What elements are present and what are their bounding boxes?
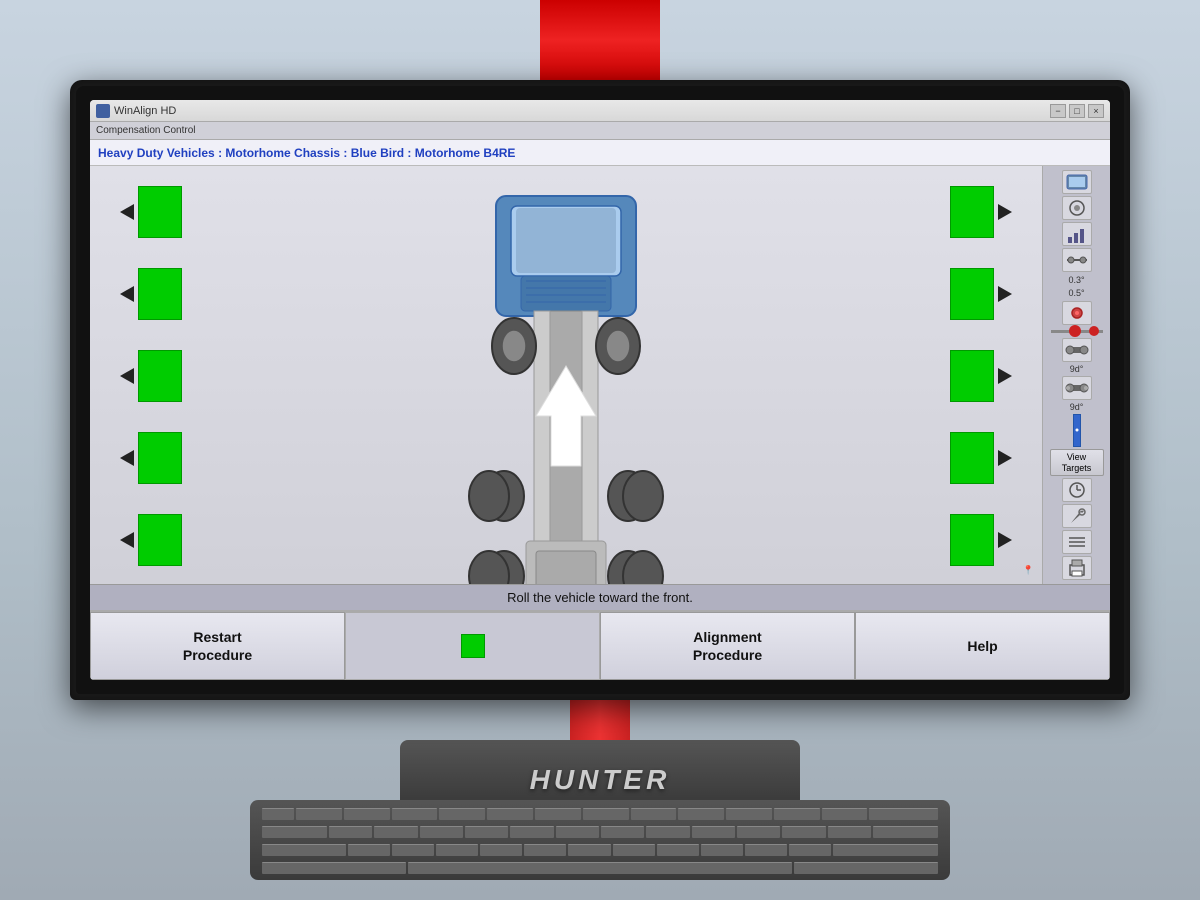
vehicle-graphic: [426, 186, 706, 584]
right-arrow-4: [998, 450, 1012, 466]
center-indicator: [345, 612, 600, 680]
breadcrumb-text: Heavy Duty Vehicles : Motorhome Chassis …: [98, 146, 515, 160]
right-arrow-2: [998, 286, 1012, 302]
monitor-frame: WinAlign HD − □ × Compensation Control H…: [70, 80, 1130, 700]
scale-label-1: 0.3° 0.5°: [1068, 274, 1084, 299]
status-bar: Roll the vehicle toward the front.: [90, 584, 1110, 610]
sidebar-pct-label-1: 9d°: [1070, 364, 1084, 374]
window-controls[interactable]: − □ ×: [1050, 104, 1104, 118]
view-targets-button[interactable]: ViewTargets: [1050, 449, 1104, 476]
help-button[interactable]: Help: [855, 612, 1110, 680]
sidebar-list-icon[interactable]: [1062, 530, 1092, 554]
main-content: 📍: [90, 166, 1110, 584]
left-sensor-row-1: [120, 186, 182, 238]
stand-neck: [570, 700, 630, 740]
keyboard[interactable]: [250, 800, 950, 880]
left-sensor-blocks: [120, 186, 182, 566]
alignment-procedure-button[interactable]: AlignmentProcedure: [600, 612, 855, 680]
app-icon: [96, 104, 110, 118]
right-sensor-row-3: [950, 350, 1012, 402]
left-arrow-2: [120, 286, 134, 302]
sidebar-wrench-icon[interactable]: [1062, 504, 1092, 528]
green-block-right-3: [950, 350, 994, 402]
right-sidebar: 0.3° 0.5° 9: [1042, 166, 1110, 584]
compensation-control-bar: Compensation Control: [90, 122, 1110, 140]
close-button[interactable]: ×: [1088, 104, 1104, 118]
right-sensor-row-2: [950, 268, 1012, 320]
sidebar-print-icon[interactable]: [1062, 556, 1092, 580]
left-sensor-row-2: [120, 268, 182, 320]
sidebar-sensor-icon[interactable]: [1062, 301, 1092, 325]
right-arrow-3: [998, 368, 1012, 384]
right-sensor-blocks: [950, 186, 1012, 566]
green-block-right-1: [950, 186, 994, 238]
title-bar: WinAlign HD − □ ×: [90, 100, 1110, 122]
sidebar-vehicle-icon[interactable]: [1062, 170, 1092, 194]
left-arrow-4: [120, 450, 134, 466]
sidebar-front-axle-icon[interactable]: [1062, 338, 1092, 362]
right-arrow-5: [998, 532, 1012, 548]
brand-label: HUNTER: [530, 764, 671, 796]
left-sensor-row-5: [120, 514, 182, 566]
green-status-indicator: [461, 634, 485, 658]
view-targets-label: ViewTargets: [1062, 452, 1092, 474]
right-arrow-1: [998, 204, 1012, 220]
sidebar-settings-icon[interactable]: [1062, 196, 1092, 220]
sidebar-rear-axle-icon[interactable]: [1062, 376, 1092, 400]
vehicle-display-area: 📍: [90, 166, 1042, 584]
bottom-button-bar: RestartProcedure AlignmentProcedure Help: [90, 610, 1110, 680]
comp-control-label: Compensation Control: [96, 125, 196, 136]
green-block-left-1: [138, 186, 182, 238]
left-sensor-row-4: [120, 432, 182, 484]
minimize-button[interactable]: −: [1050, 104, 1066, 118]
maximize-button[interactable]: □: [1069, 104, 1085, 118]
sidebar-axle-icon[interactable]: [1062, 248, 1092, 272]
green-block-left-4: [138, 432, 182, 484]
green-block-right-5: [950, 514, 994, 566]
sidebar-clock-icon[interactable]: [1062, 478, 1092, 502]
left-arrow-5: [120, 532, 134, 548]
screen: WinAlign HD − □ × Compensation Control H…: [90, 100, 1110, 680]
help-label: Help: [967, 637, 997, 655]
left-arrow-3: [120, 368, 134, 384]
monitor-mount-top: [540, 0, 660, 80]
right-sensor-row-1: [950, 186, 1012, 238]
green-block-right-2: [950, 268, 994, 320]
truck-svg: [426, 186, 706, 584]
right-sensor-row-5: [950, 514, 1012, 566]
restart-label: RestartProcedure: [183, 628, 252, 664]
left-sensor-row-3: [120, 350, 182, 402]
height-indicator: [1073, 414, 1081, 448]
green-block-left-5: [138, 514, 182, 566]
alignment-label: AlignmentProcedure: [693, 628, 762, 664]
green-block-right-4: [950, 432, 994, 484]
monitor-bezel: WinAlign HD − □ × Compensation Control H…: [76, 86, 1124, 694]
green-block-left-3: [138, 350, 182, 402]
right-sensor-row-4: [950, 432, 1012, 484]
status-message: Roll the vehicle toward the front.: [507, 590, 693, 605]
app-title: WinAlign HD: [114, 105, 1050, 117]
green-block-left-2: [138, 268, 182, 320]
position-bar: [1051, 327, 1103, 335]
sidebar-pct-label-2: 9d°: [1070, 402, 1084, 412]
sidebar-chart-icon[interactable]: [1062, 222, 1092, 246]
left-arrow-1: [120, 204, 134, 220]
restart-procedure-button[interactable]: RestartProcedure: [90, 612, 345, 680]
corner-logo: 📍: [1023, 565, 1034, 576]
breadcrumb: Heavy Duty Vehicles : Motorhome Chassis …: [90, 140, 1110, 166]
